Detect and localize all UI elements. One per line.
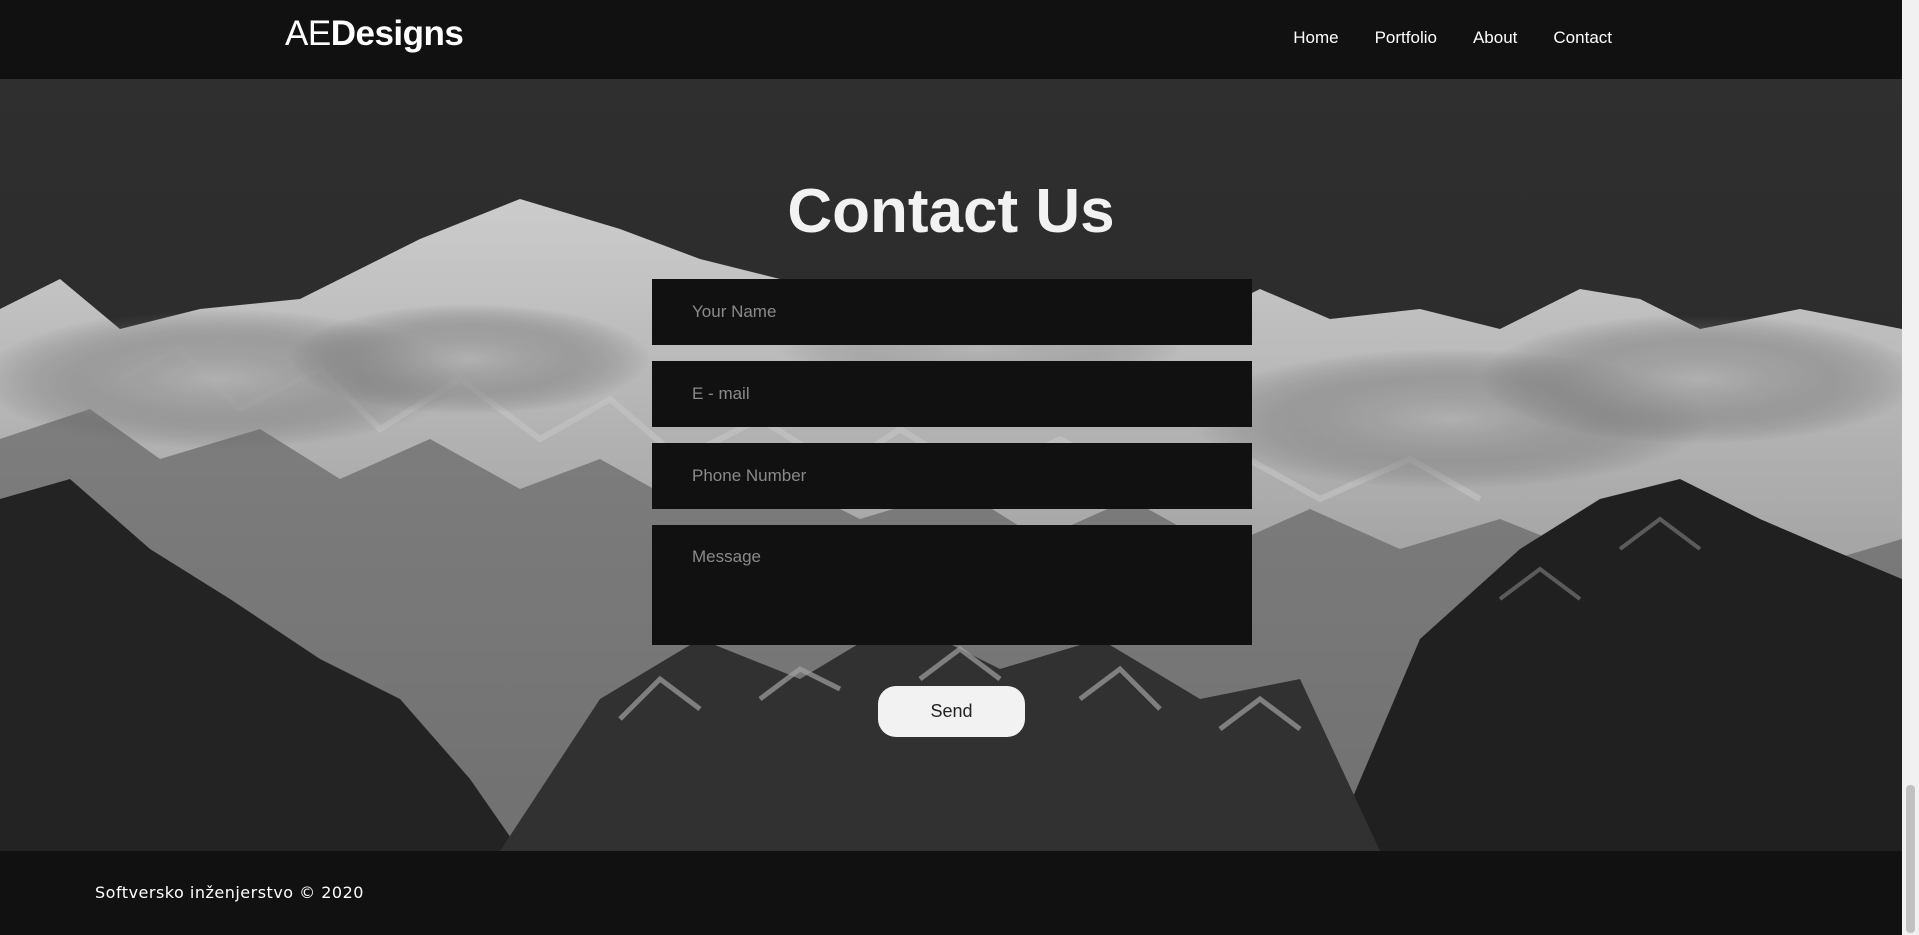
nav-about[interactable]: About xyxy=(1473,26,1517,50)
logo-light-text: AE xyxy=(285,14,331,53)
page: AEDesigns Home Portfolio About Contact C… xyxy=(0,0,1919,935)
nav-contact[interactable]: Contact xyxy=(1553,26,1612,50)
email-input[interactable] xyxy=(652,361,1252,427)
main-nav: Home Portfolio About Contact xyxy=(1293,26,1612,50)
name-input[interactable] xyxy=(652,279,1252,345)
phone-input[interactable] xyxy=(652,443,1252,509)
footer-copyright: Softversko inženjerstvo © 2020 xyxy=(95,883,364,902)
footer: Softversko inženjerstvo © 2020 xyxy=(0,851,1902,935)
send-button[interactable]: Send xyxy=(878,686,1025,737)
contact-section: Contact Us Send xyxy=(0,79,1902,851)
nav-portfolio[interactable]: Portfolio xyxy=(1375,26,1437,50)
message-textarea[interactable] xyxy=(652,525,1252,645)
page-title: Contact Us xyxy=(787,177,1115,246)
nav-home[interactable]: Home xyxy=(1293,26,1338,50)
logo-bold-text: Designs xyxy=(330,14,464,53)
site-logo[interactable]: AEDesigns xyxy=(285,14,464,54)
navbar: AEDesigns Home Portfolio About Contact xyxy=(0,0,1902,79)
page-scrollbar[interactable] xyxy=(1902,0,1919,935)
scrollbar-thumb[interactable] xyxy=(1906,785,1915,933)
